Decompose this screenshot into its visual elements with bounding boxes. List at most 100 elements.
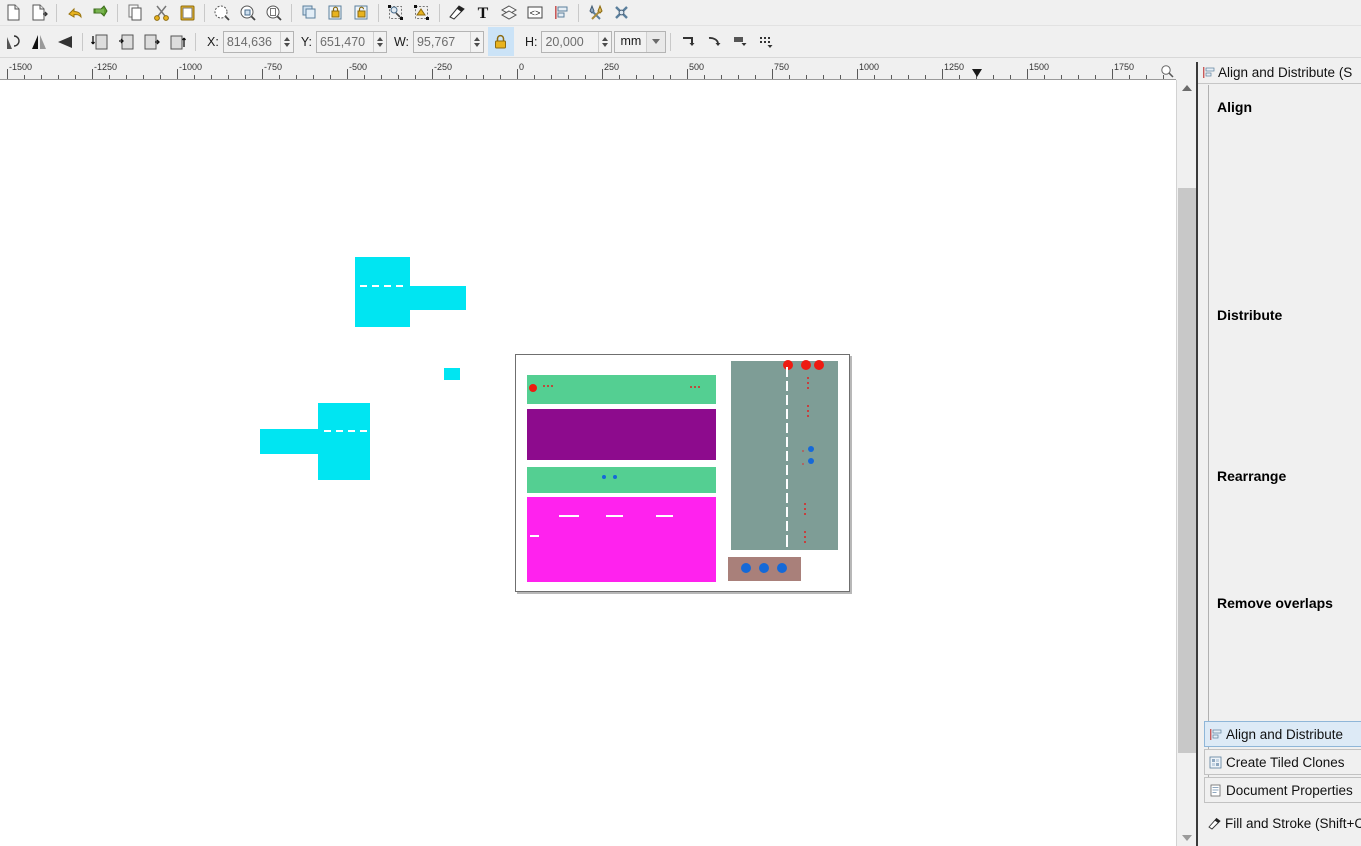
preferences-icon[interactable] [583, 1, 609, 25]
copy-icon[interactable] [122, 1, 148, 25]
dock-tab-document-properties[interactable]: Document Properties [1204, 777, 1361, 803]
ruler-minor-tick [534, 75, 535, 79]
tick-red [694, 386, 696, 388]
units-select[interactable]: mm [614, 30, 667, 53]
dot-red-large[interactable] [801, 360, 811, 370]
cyan-block-bottom-tab[interactable] [260, 429, 320, 454]
import-icon[interactable] [0, 1, 26, 25]
road-centerline-dash [786, 409, 788, 419]
h-input[interactable] [542, 31, 599, 52]
zoom-selection-icon[interactable] [209, 1, 235, 25]
band-purple[interactable] [527, 409, 716, 460]
objects-panel-icon[interactable] [409, 1, 435, 25]
ruler-position-marker [972, 69, 982, 77]
dot-red-small[interactable] [529, 384, 537, 392]
dot-blue[interactable] [808, 458, 814, 464]
align-distribute-icon [1209, 728, 1222, 741]
group-icon[interactable] [322, 1, 348, 25]
zoom-page-icon[interactable] [261, 1, 287, 25]
undo-icon[interactable] [61, 1, 87, 25]
w-stepper[interactable] [469, 31, 483, 52]
dot-blue-bar[interactable] [777, 563, 787, 573]
scroll-down-icon[interactable] [1177, 830, 1197, 846]
document-properties-icon[interactable] [609, 1, 635, 25]
dock-tab-create-tiled-clones[interactable]: Create Tiled Clones [1204, 749, 1361, 775]
redo-icon[interactable] [87, 1, 113, 25]
road-centerline-dash [786, 521, 788, 531]
dock-tab-align-and-distribute[interactable]: Align and Distribute [1204, 721, 1361, 747]
duplicate-icon[interactable] [296, 1, 322, 25]
road-centerline-dash [786, 395, 788, 405]
dot-blue-bar[interactable] [759, 563, 769, 573]
raise-icon[interactable] [113, 30, 139, 54]
w-input[interactable] [413, 31, 470, 52]
tick-red [547, 385, 549, 387]
affect-gradients-icon[interactable] [727, 30, 753, 54]
paste-icon[interactable] [174, 1, 200, 25]
ungroup-icon[interactable] [348, 1, 374, 25]
lower-to-bottom-icon[interactable] [165, 30, 191, 54]
flip-horizontal-icon[interactable] [26, 30, 52, 54]
band-green-top[interactable] [527, 375, 716, 404]
x-stepper[interactable] [279, 31, 293, 52]
text-icon[interactable]: T [470, 1, 496, 25]
ruler-minor-tick [551, 75, 552, 79]
road-marker-red [807, 387, 809, 389]
export-icon[interactable] [26, 1, 52, 25]
ruler-minor-tick [330, 75, 331, 79]
object-properties-icon[interactable] [383, 1, 409, 25]
cut-icon[interactable] [148, 1, 174, 25]
zoom-corner-icon[interactable] [1160, 64, 1174, 78]
y-input[interactable] [316, 31, 373, 52]
road-grey[interactable] [731, 361, 838, 550]
flip-vertical-icon[interactable] [52, 30, 78, 54]
dot-red-large[interactable] [783, 360, 793, 370]
tick-red [543, 385, 545, 387]
lock-ratio-icon[interactable] [487, 27, 514, 56]
dot-blue-bar[interactable] [741, 563, 751, 573]
x-input[interactable] [223, 31, 280, 52]
ruler-minor-tick [874, 75, 875, 79]
zoom-drawing-icon[interactable] [235, 1, 261, 25]
rotate-icon[interactable] [0, 30, 26, 54]
lower-icon[interactable] [139, 30, 165, 54]
affect-stroke-width-icon[interactable] [675, 30, 701, 54]
cyan-block-bottom[interactable] [318, 403, 370, 480]
raise-to-top-icon[interactable] [87, 30, 113, 54]
toolbar-separator [578, 3, 579, 22]
affect-rounded-corners-icon[interactable] [701, 30, 727, 54]
band-magenta[interactable] [527, 497, 716, 582]
x-spinner[interactable] [222, 30, 294, 53]
affect-patterns-icon[interactable] [753, 30, 779, 54]
inkscape-window: T <> X: 814,636 Y: 651,470 W: 95,767 H: … [0, 0, 1361, 846]
w-spinner[interactable] [412, 30, 484, 53]
dock-tab-fill-and-stroke[interactable]: Fill and Stroke (Shift+Ctrl+F) [1204, 810, 1361, 836]
y-spinner[interactable] [315, 30, 387, 53]
document-page[interactable] [515, 354, 850, 592]
cyan-block-small[interactable] [444, 368, 460, 380]
dot-blue[interactable] [613, 475, 617, 479]
h-stepper[interactable] [598, 31, 612, 52]
chevron-down-icon[interactable] [646, 31, 666, 52]
band-green-mid[interactable] [527, 467, 716, 493]
ruler-label: 250 [604, 62, 620, 72]
fill-stroke-icon[interactable] [444, 1, 470, 25]
toolbar-separator [439, 3, 440, 22]
scroll-up-icon[interactable] [1177, 80, 1197, 96]
dot-red-large[interactable] [814, 360, 824, 370]
h-spinner[interactable] [541, 30, 613, 53]
cyan-block-top[interactable] [355, 257, 410, 327]
road-marker-red [807, 410, 809, 412]
layers-icon[interactable] [496, 1, 522, 25]
dot-blue[interactable] [602, 475, 606, 479]
align-distribute-icon[interactable] [548, 1, 574, 25]
y-stepper[interactable] [372, 31, 386, 52]
magenta-tick [656, 515, 673, 517]
dot-blue[interactable] [808, 446, 814, 452]
horizontal-ruler[interactable]: -1500 -1250 -1000 -750 -500 -250 0 250 500 750 100… [0, 62, 1176, 80]
canvas-vertical-scrollbar[interactable] [1176, 80, 1196, 846]
xml-editor-icon[interactable]: <> [522, 1, 548, 25]
scrollbar-thumb[interactable] [1178, 188, 1196, 753]
drawing-canvas[interactable] [0, 80, 1176, 846]
cyan-block-top-tab[interactable] [409, 286, 466, 310]
